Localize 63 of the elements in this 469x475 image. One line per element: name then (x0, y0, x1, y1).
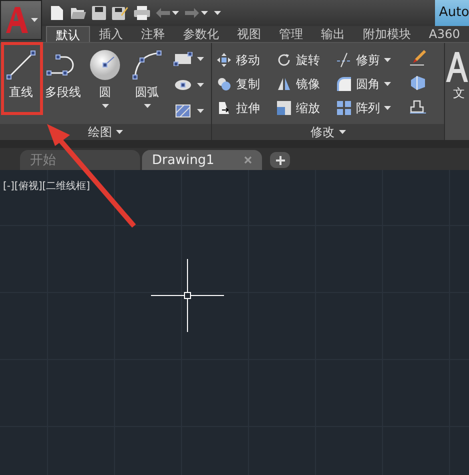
text-tool-label[interactable]: 文 (445, 85, 465, 102)
draw-tool-button[interactable]: 圆弧 (126, 47, 168, 124)
line-icon (5, 49, 37, 81)
rectangle-icon[interactable] (173, 52, 193, 66)
file-tab[interactable]: Drawing1 (142, 150, 262, 170)
draw-tool-button[interactable]: 多段线 (42, 47, 84, 124)
ribbon-tab[interactable]: 输出 (312, 26, 354, 42)
modify-tool-button[interactable]: 复制 (216, 73, 276, 95)
text-tool-icon[interactable] (445, 51, 469, 83)
ribbon-tab[interactable]: 视图 (228, 26, 270, 42)
arc-icon (131, 49, 163, 81)
window-title: Auto (435, 0, 469, 26)
draw-tool-button[interactable]: 圆 (84, 47, 126, 124)
ribbon-tab[interactable]: 附加模块 (354, 26, 420, 42)
caret-icon (172, 11, 179, 15)
modify-tool-button[interactable]: 阵列 (336, 97, 408, 119)
copy-circles-icon (216, 76, 232, 92)
caret-icon (197, 109, 204, 113)
mirror-triangles-icon (276, 76, 292, 92)
array-grid-icon (336, 100, 352, 116)
caret-icon (116, 130, 123, 134)
plus-icon (276, 156, 284, 164)
new-tab-button[interactable] (270, 152, 290, 168)
stretch-icon (216, 100, 232, 116)
open-folder-icon[interactable] (70, 6, 86, 20)
caret-icon (197, 83, 204, 87)
ribbon-tab[interactable]: 插入 (90, 26, 132, 42)
customize-toolbar-button[interactable] (214, 11, 221, 15)
rotate-icon (276, 52, 292, 68)
trim-lines-icon (336, 52, 352, 68)
caret-icon (30, 18, 38, 22)
ribbon-tab[interactable]: A360 (420, 26, 469, 42)
save-icon[interactable] (92, 6, 106, 20)
viewport-controls-label[interactable]: [-][俯视][二维线框] (3, 179, 90, 193)
scale-squares-icon (276, 100, 292, 116)
modify-panel-title[interactable]: 修改 (212, 124, 444, 140)
move-arrows-icon (216, 52, 232, 68)
modify-tool-button[interactable]: 圆角 (336, 73, 408, 95)
modify-tool-button[interactable]: 旋转 (276, 49, 336, 71)
ribbon-tab[interactable]: 参数化 (174, 26, 228, 42)
print-icon[interactable] (134, 6, 150, 20)
caret-icon (197, 57, 204, 61)
draw-tool-button[interactable]: 直线 (0, 47, 42, 124)
ellipse-icon[interactable] (173, 78, 193, 92)
modify-tool-button[interactable]: 拉伸 (216, 97, 276, 119)
app-logo-icon (4, 6, 30, 34)
ribbon-tab[interactable]: 管理 (270, 26, 312, 42)
undo-button[interactable] (156, 8, 179, 18)
draw-panel-title[interactable]: 绘图 (0, 124, 211, 140)
caret-icon (338, 130, 346, 134)
redo-button[interactable] (184, 8, 208, 18)
application-menu-button[interactable] (0, 0, 42, 40)
ribbon-tab[interactable]: 默认 (46, 26, 90, 42)
modify-tool-button[interactable]: 缩放 (276, 97, 336, 119)
modify-tool-button[interactable]: 镜像 (276, 73, 336, 95)
save-as-icon[interactable] (112, 5, 128, 21)
circle-icon (89, 49, 121, 81)
hatch-icon[interactable] (173, 103, 193, 119)
ribbon-tab[interactable]: 注释 (132, 26, 174, 42)
fillet-icon (336, 76, 352, 92)
new-file-icon[interactable] (50, 5, 64, 21)
modify-tool-button[interactable]: 移动 (216, 49, 276, 71)
modify-tool-button[interactable]: 修剪 (336, 49, 408, 71)
